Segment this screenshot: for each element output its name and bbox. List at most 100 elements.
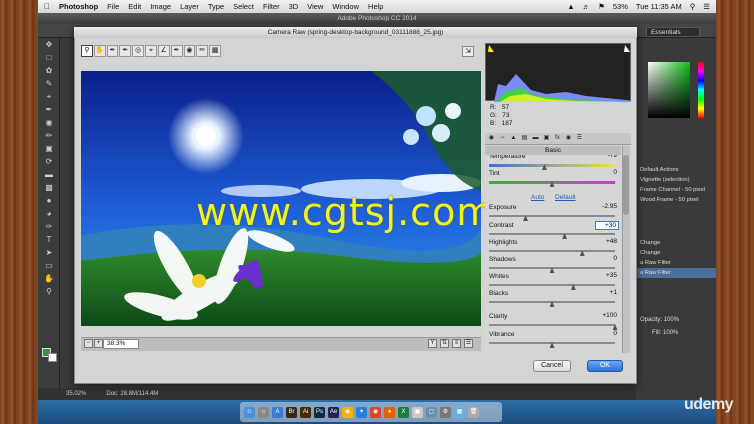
flag-icon[interactable]: ⚑: [598, 2, 605, 11]
preferences-icon[interactable]: ⇲: [462, 46, 474, 57]
list-item[interactable]: Frame Channel - 50 pixel: [636, 185, 716, 195]
hsl-tab-icon[interactable]: ▤: [520, 134, 529, 143]
trash-icon[interactable]: 🗑: [468, 406, 479, 418]
zoom-in-button[interactable]: +: [94, 339, 103, 348]
lasso-tool-icon[interactable]: ✿: [42, 66, 56, 76]
slider-track[interactable]: [489, 250, 615, 252]
move-tool-icon[interactable]: ✥: [42, 40, 56, 50]
background-color-swatch[interactable]: [48, 353, 57, 362]
slider-value-field[interactable]: +1: [595, 289, 619, 298]
hand-tool-icon[interactable]: ✋: [93, 45, 106, 57]
targeted-adjustment-tool-icon[interactable]: ◎: [132, 45, 145, 57]
path-select-tool-icon[interactable]: ➤: [42, 248, 56, 258]
list-icon[interactable]: ☰: [703, 2, 710, 11]
menu-file[interactable]: File: [107, 2, 119, 11]
apple-menu-icon[interactable]: : [44, 2, 50, 11]
color-sampler-tool-icon[interactable]: ✒: [119, 45, 132, 57]
highlight-clipping-icon[interactable]: [624, 45, 630, 52]
before-after-icon[interactable]: Y: [428, 339, 437, 348]
type-tool-icon[interactable]: T: [42, 235, 56, 245]
graduated-filter-icon[interactable]: ▩: [209, 45, 221, 57]
after-effects-icon[interactable]: Ae: [328, 406, 339, 418]
list-item[interactable]: Wood Frame - 50 pixel: [636, 195, 716, 205]
app-menu[interactable]: Photoshop: [59, 2, 98, 11]
cancel-button[interactable]: Cancel: [533, 360, 571, 372]
menu-type[interactable]: Type: [208, 2, 224, 11]
slider-track[interactable]: [489, 284, 615, 286]
wifi-icon[interactable]: ▲: [567, 2, 574, 11]
list-item[interactable]: Change: [636, 238, 716, 248]
shadow-clipping-icon[interactable]: [488, 45, 494, 52]
color-picker-field[interactable]: [648, 62, 690, 118]
menu-3d[interactable]: 3D: [289, 2, 299, 11]
hand-tool-icon[interactable]: ✋: [42, 274, 56, 284]
safari-icon[interactable]: ✦: [356, 406, 367, 418]
slider-track[interactable]: [489, 233, 615, 235]
eyedropper-tool-icon[interactable]: ✒: [42, 105, 56, 115]
straighten-tool-icon[interactable]: ∠: [157, 45, 170, 57]
slider-value-field[interactable]: -2.95: [595, 203, 619, 212]
photos-icon[interactable]: ▣: [412, 406, 423, 418]
scrollbar-thumb[interactable]: [623, 155, 629, 215]
illustrator-icon[interactable]: Ai: [300, 406, 311, 418]
gradient-tool-icon[interactable]: ▩: [42, 183, 56, 193]
zoom-tool-icon[interactable]: ⚲: [81, 45, 93, 57]
menu-help[interactable]: Help: [368, 2, 383, 11]
camera-calibration-tab-icon[interactable]: ◉: [564, 134, 573, 143]
hue-slider[interactable]: [698, 62, 704, 118]
menu-edit[interactable]: Edit: [128, 2, 141, 11]
menu-image[interactable]: Image: [150, 2, 171, 11]
toggle-settings-icon[interactable]: ☰: [464, 339, 473, 348]
zoom-tool-icon[interactable]: ⚲: [42, 287, 56, 297]
app-store-icon[interactable]: A: [272, 406, 283, 418]
volume-icon[interactable]: ♬: [583, 2, 591, 11]
history-brush-tool-icon[interactable]: ⟳: [42, 157, 56, 167]
eraser-tool-icon[interactable]: ▬: [42, 170, 56, 180]
dodge-tool-icon[interactable]: ◕: [42, 209, 56, 219]
copy-settings-icon[interactable]: ≡: [452, 339, 461, 348]
finder-icon[interactable]: ☺: [244, 406, 255, 418]
red-eye-tool-icon[interactable]: ◉: [183, 45, 196, 57]
split-toning-tab-icon[interactable]: ▬: [531, 134, 540, 143]
slider-value-field[interactable]: +30: [595, 221, 619, 230]
menu-view[interactable]: View: [307, 2, 323, 11]
list-item[interactable]: Default Actions: [636, 165, 716, 175]
list-item[interactable]: a Raw Filter: [636, 258, 716, 268]
menu-filter[interactable]: Filter: [263, 2, 280, 11]
list-item[interactable]: Vignette (selection): [636, 175, 716, 185]
excel-icon[interactable]: X: [398, 406, 409, 418]
opacity-value[interactable]: 100%: [664, 317, 679, 323]
slider-value-field[interactable]: +35: [595, 272, 619, 281]
presets-tab-icon[interactable]: ☰: [575, 134, 584, 143]
slider-value-field[interactable]: -79: [595, 155, 619, 161]
pen-tool-icon[interactable]: ✑: [42, 222, 56, 232]
fill-value[interactable]: 100%: [663, 330, 678, 336]
default-link[interactable]: Default: [555, 194, 576, 201]
list-item[interactable]: Change: [636, 248, 716, 258]
slider-value-field[interactable]: 0: [595, 169, 619, 178]
battery-percent[interactable]: 53%: [613, 2, 628, 11]
quick-select-tool-icon[interactable]: ✎: [42, 79, 56, 89]
spot-removal-tool-icon[interactable]: ✒: [170, 45, 183, 57]
chrome-icon[interactable]: ◉: [370, 406, 381, 418]
adjustment-brush-icon[interactable]: ✏: [196, 45, 209, 57]
slider-value-field[interactable]: +48: [595, 238, 619, 247]
crop-tool-icon[interactable]: ⌖: [42, 92, 56, 102]
lens-tab-icon[interactable]: ▣: [542, 134, 551, 143]
slider-value-field[interactable]: 0: [595, 255, 619, 264]
settings-icon[interactable]: ⚙: [440, 406, 451, 418]
search-icon[interactable]: ⚲: [690, 2, 696, 11]
zoom-level-select[interactable]: 38.3%: [103, 339, 139, 349]
list-item[interactable]: a Raw Filter: [636, 268, 716, 278]
marquee-tool-icon[interactable]: □: [42, 53, 56, 63]
tone-curve-tab-icon[interactable]: ∽: [498, 134, 507, 143]
menu-select[interactable]: Select: [233, 2, 254, 11]
ok-button[interactable]: OK: [587, 360, 623, 372]
slider-track[interactable]: [489, 164, 615, 167]
sketch-icon[interactable]: ◆: [342, 406, 353, 418]
launchpad-icon[interactable]: ☼: [258, 406, 269, 418]
shape-tool-icon[interactable]: ▭: [42, 261, 56, 271]
slider-value-field[interactable]: +100: [595, 312, 619, 321]
zoom-out-button[interactable]: −: [84, 339, 93, 348]
bridge-icon[interactable]: Br: [286, 406, 297, 418]
